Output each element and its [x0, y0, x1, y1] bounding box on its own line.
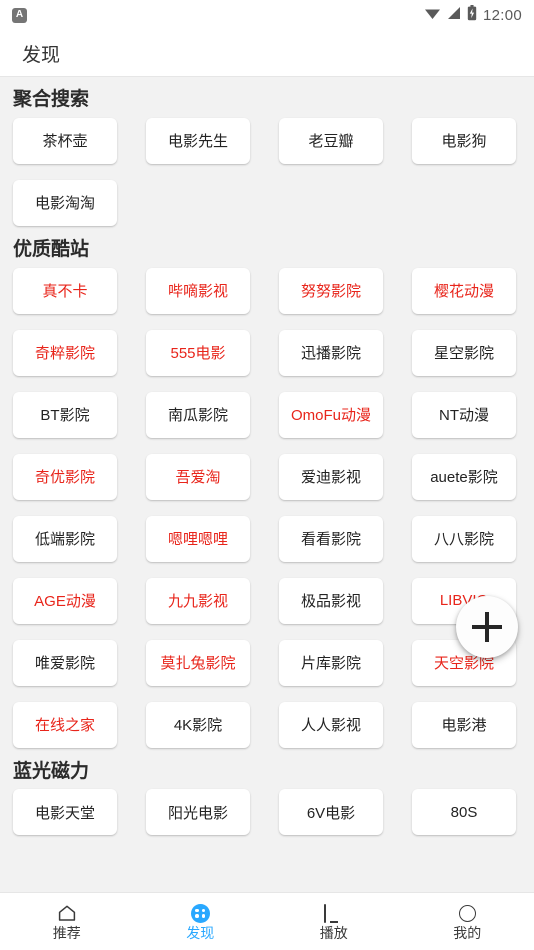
site-card[interactable]: 真不卡	[13, 267, 117, 314]
site-card[interactable]: 极品影视	[279, 577, 383, 624]
site-card[interactable]: 茶杯壶	[13, 117, 117, 164]
site-card[interactable]: OmoFu动漫	[279, 391, 383, 438]
site-card[interactable]: 片库影院	[279, 639, 383, 686]
site-card[interactable]: AGE动漫	[13, 577, 117, 624]
status-bar-clock: 12:00	[482, 6, 522, 24]
page-title: 发现	[22, 44, 61, 66]
discover-content[interactable]: 聚合搜索茶杯壶 电影先生 老豆瓣 电影狗电影淘淘优质酷站真不卡 哔嘀影视 努努影院 樱花动漫…	[0, 78, 534, 892]
site-card[interactable]: 人人影视	[279, 701, 383, 748]
site-card[interactable]: 嗯哩嗯哩	[146, 515, 250, 562]
site-card[interactable]: 电影先生	[146, 117, 250, 164]
section-title: 蓝光磁力	[13, 760, 90, 782]
site-card[interactable]: auete影院	[412, 453, 516, 500]
profile-circle-icon	[456, 903, 478, 923]
nav-item-recommend[interactable]: 推荐	[0, 903, 134, 940]
site-card[interactable]: 南瓜影院	[146, 391, 250, 438]
site-card[interactable]: 八八影院	[412, 515, 516, 562]
discover-grid-icon	[189, 903, 211, 923]
status-bar: A 12:00	[0, 0, 534, 30]
app-screen: A 12:00 发现 聚合搜索 茶杯壶 电影先生 老豆瓣 电影狗 电影淘淘 优质酷站 真不卡哔	[0, 0, 534, 950]
nav-label-play: 播放	[319, 925, 348, 941]
signal-icon	[447, 6, 461, 25]
status-bar-right: 12:00	[424, 4, 522, 26]
site-card[interactable]: 奇粹影院	[13, 329, 117, 376]
bottom-navigation: 推荐 发现 播放 我的	[0, 892, 534, 950]
section-title: 聚合搜索	[13, 89, 90, 110]
site-card[interactable]: 努努影院	[279, 267, 383, 314]
nav-item-profile[interactable]: 我的	[401, 903, 534, 940]
title-bar: 发现	[0, 30, 534, 77]
home-icon	[56, 903, 78, 923]
app-notification-icon: A	[12, 7, 27, 23]
site-card[interactable]: 在线之家	[13, 701, 117, 748]
site-card[interactable]: 爱迪影视	[279, 453, 383, 500]
nav-item-play[interactable]: 播放	[267, 903, 401, 940]
monitor-icon	[323, 903, 345, 923]
nav-label-recommend: 推荐	[52, 925, 81, 941]
site-card[interactable]: 看看影院	[279, 515, 383, 562]
site-card[interactable]: 80S	[412, 789, 516, 836]
site-card[interactable]: 6V电影	[279, 789, 383, 836]
wifi-icon	[424, 6, 441, 25]
site-card[interactable]: 迅播影院	[279, 329, 383, 376]
nav-label-discover: 发现	[186, 925, 215, 941]
site-card[interactable]: BT影院	[13, 391, 117, 438]
site-card[interactable]: 低端影院	[13, 515, 117, 562]
site-card[interactable]: 唯爱影院	[13, 639, 117, 686]
nav-item-discover[interactable]: 发现	[134, 903, 268, 940]
section-grid: 电影天堂 阳光电影 6V电影 80S	[0, 789, 534, 837]
section-title: 优质酷站	[13, 238, 90, 260]
battery-charging-icon	[467, 4, 477, 26]
site-card[interactable]: 吾爱淘	[146, 453, 250, 500]
nav-label-profile: 我的	[453, 925, 482, 941]
site-card[interactable]: NT动漫	[412, 391, 516, 438]
site-card[interactable]: 奇优影院	[13, 453, 117, 500]
add-floating-action-button[interactable]	[456, 596, 518, 658]
site-card[interactable]: 电影狗	[412, 117, 516, 164]
site-card[interactable]: 哔嘀影视	[146, 267, 250, 314]
site-card[interactable]: 555电影	[146, 329, 250, 376]
site-card[interactable]: 电影淘淘	[13, 179, 117, 226]
section-grid: 真不卡 哔嘀影视 努努影院 樱花动漫奇粹影院 555电影 迅播影院 星空影院 BT影院 南瓜影院…	[0, 267, 534, 750]
site-card[interactable]: 星空影院	[412, 329, 516, 376]
site-card[interactable]: 九九影视	[146, 577, 250, 624]
site-card[interactable]: 樱花动漫	[412, 267, 516, 314]
site-card[interactable]: 电影天堂	[13, 789, 117, 836]
site-card[interactable]: 莫扎兔影院	[146, 639, 250, 686]
site-card[interactable]: 老豆瓣	[279, 117, 383, 164]
plus-icon	[472, 612, 502, 642]
status-bar-left: A	[12, 7, 27, 23]
site-card[interactable]: 4K影院	[146, 701, 250, 748]
section-grid: 茶杯壶 电影先生 老豆瓣 电影狗电影淘淘	[0, 117, 534, 228]
site-card[interactable]: 电影港	[412, 701, 516, 748]
site-card[interactable]: 阳光电影	[146, 789, 250, 836]
